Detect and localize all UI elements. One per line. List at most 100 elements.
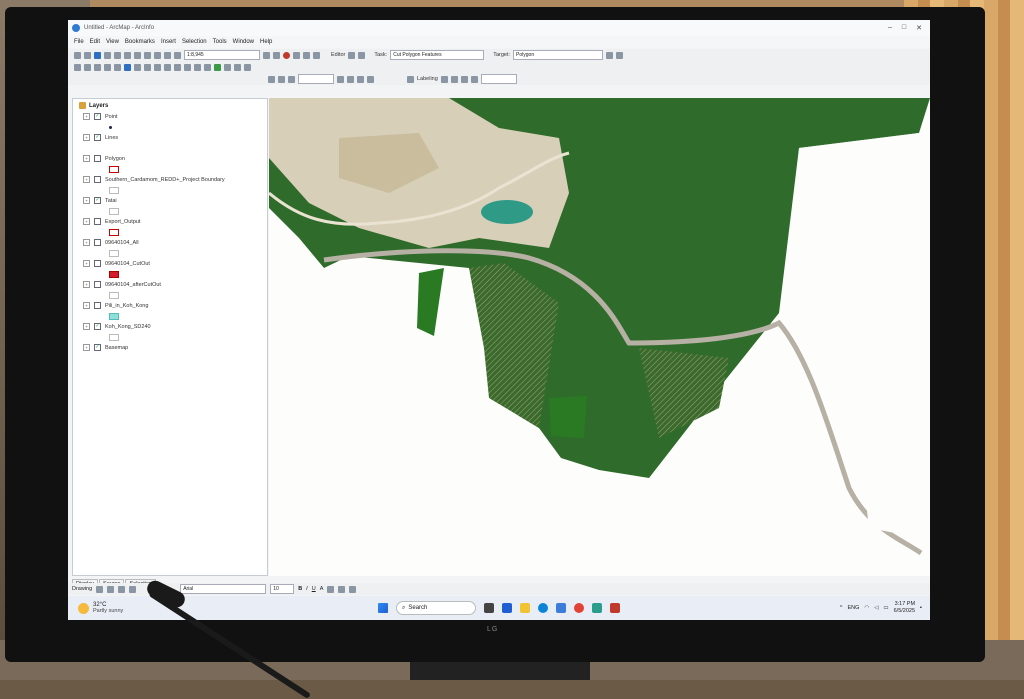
cut-icon[interactable] [114, 51, 121, 59]
previous-extent-icon[interactable] [134, 63, 141, 71]
next-extent-icon[interactable] [144, 63, 151, 71]
open-icon[interactable] [84, 51, 91, 59]
lock-labels-icon[interactable] [450, 75, 458, 83]
select-features-icon[interactable] [154, 63, 161, 71]
font-select[interactable]: Arial [180, 584, 267, 594]
html-popup-icon[interactable] [244, 63, 251, 71]
menu-help[interactable]: Help [260, 39, 272, 45]
toggle-icon[interactable] [337, 75, 344, 83]
layer-visibility-checkbox[interactable]: ✓ [94, 197, 101, 204]
layer-row[interactable]: + ✓ Lines [73, 133, 267, 142]
layer-row[interactable]: +09640104_All [73, 238, 267, 247]
menu-tools[interactable]: Tools [213, 39, 227, 45]
battery-icon[interactable]: ▭ [883, 605, 888, 611]
expand-icon[interactable]: + [83, 260, 90, 267]
layer-row[interactable]: + ✓ Basemap [73, 343, 267, 352]
minimize-button[interactable]: – [888, 24, 892, 32]
edge-icon[interactable] [538, 603, 548, 613]
sketch-tool-icon[interactable] [358, 51, 366, 59]
scale-select[interactable]: 1:8,945 [184, 50, 260, 60]
layer-symbol-icon[interactable] [109, 312, 119, 320]
georef-icon[interactable] [278, 75, 285, 83]
layer-symbol-icon[interactable] [109, 186, 119, 194]
python-icon[interactable] [293, 51, 300, 59]
layer-visibility-checkbox[interactable] [94, 281, 101, 288]
bold-icon[interactable]: B [298, 586, 302, 592]
save-icon[interactable] [94, 51, 101, 59]
model-builder-icon[interactable] [303, 51, 310, 59]
task-view-icon[interactable] [484, 603, 494, 613]
target-select[interactable]: Polygon [513, 50, 604, 60]
font-color-icon[interactable]: A [320, 586, 324, 592]
map-canvas[interactable] [269, 98, 930, 576]
zoom-in-icon[interactable] [74, 63, 81, 71]
layer-symbol-icon[interactable] [109, 165, 119, 173]
language-indicator[interactable]: ENG [847, 605, 859, 611]
line-color-icon[interactable] [338, 585, 346, 593]
rotate-element-icon[interactable] [107, 585, 115, 593]
add-data-icon[interactable] [174, 51, 181, 59]
layer-row[interactable]: + Pili_in_Koh_Kong [73, 301, 267, 310]
font-size-select[interactable]: 10 [270, 584, 295, 594]
sketch-properties-icon[interactable] [616, 51, 624, 59]
find-icon[interactable] [184, 63, 191, 71]
layer-row[interactable]: + Polygon [73, 154, 267, 163]
delete-icon[interactable] [144, 51, 151, 59]
measure-icon[interactable] [194, 63, 201, 71]
select-elements-icon[interactable] [164, 63, 171, 71]
layer-row[interactable]: + ✓ Point [73, 112, 267, 121]
whats-this-icon[interactable] [313, 51, 320, 59]
wifi-icon[interactable]: ◠ [864, 605, 869, 611]
layer-visibility-checkbox[interactable] [94, 155, 101, 162]
maximize-button[interactable]: □ [902, 24, 906, 32]
route-icon[interactable] [224, 63, 231, 71]
snapping-icon[interactable] [268, 75, 275, 83]
menu-file[interactable]: File [74, 39, 84, 45]
start-button[interactable] [378, 603, 388, 613]
redo-icon[interactable] [164, 51, 171, 59]
taskbar-search[interactable]: ⌕ Search [396, 601, 476, 615]
expand-icon[interactable]: + [83, 218, 90, 225]
fill-color-icon[interactable] [327, 585, 335, 593]
clock[interactable]: 3:17 PM 6/5/2025 [894, 601, 915, 615]
close-button[interactable]: ✕ [916, 24, 922, 32]
layer-visibility-checkbox[interactable] [94, 239, 101, 246]
arccatalog-icon[interactable] [283, 51, 290, 59]
layer-row[interactable]: + Export_Output [73, 217, 267, 226]
layer-symbol-icon[interactable] [109, 207, 119, 215]
view-unplaced-icon[interactable] [470, 75, 478, 83]
pan-icon[interactable] [114, 63, 121, 71]
pointer-icon[interactable] [367, 75, 374, 83]
layer-symbol-icon[interactable] [109, 291, 119, 299]
layer-select[interactable] [298, 74, 334, 84]
menu-edit[interactable]: Edit [90, 39, 100, 45]
layer-visibility-checkbox[interactable]: ✓ [94, 323, 101, 330]
expand-icon[interactable]: + [83, 239, 90, 246]
expand-icon[interactable]: + [83, 134, 90, 141]
arcmap-taskbar-icon[interactable] [610, 603, 620, 613]
layer-symbol-icon[interactable] [109, 249, 119, 257]
widgets-icon[interactable] [502, 603, 512, 613]
store-icon[interactable] [556, 603, 566, 613]
pause-labeling-icon[interactable] [460, 75, 468, 83]
menu-bookmarks[interactable]: Bookmarks [125, 39, 155, 45]
layer-visibility-checkbox[interactable] [94, 302, 101, 309]
expand-icon[interactable]: + [83, 113, 90, 120]
chevron-up-icon[interactable]: ^ [840, 605, 843, 611]
volume-icon[interactable]: ◁ [874, 605, 878, 611]
drawing-menu[interactable]: Drawing [72, 586, 92, 592]
map-view[interactable] [269, 98, 930, 576]
marker-color-icon[interactable] [349, 585, 357, 593]
rotate-icon[interactable] [347, 75, 354, 83]
geocode-icon[interactable] [234, 63, 241, 71]
menu-selection[interactable]: Selection [182, 39, 207, 45]
task-select[interactable]: Cut Polygon Features [390, 50, 485, 60]
print-icon[interactable] [104, 51, 111, 59]
select-elements-arrow-icon[interactable] [96, 585, 104, 593]
layer-row[interactable]: + ✓ Tatai [73, 196, 267, 205]
text-icon[interactable] [129, 585, 137, 593]
labeling-menu[interactable]: Labeling [417, 76, 438, 82]
paste-icon[interactable] [134, 51, 141, 59]
underline-icon[interactable]: U [312, 586, 316, 592]
layer-visibility-checkbox[interactable]: ✓ [94, 113, 101, 120]
